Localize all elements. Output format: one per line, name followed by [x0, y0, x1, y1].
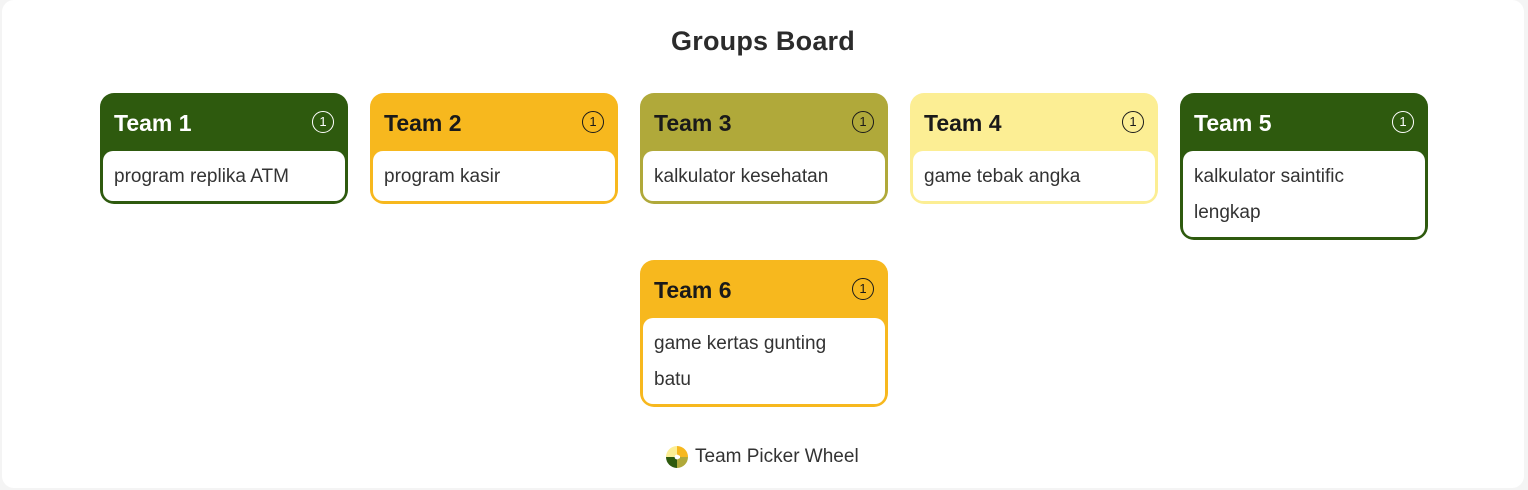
team-item: program replika ATM [114, 166, 289, 187]
team-name: Team 1 [114, 110, 192, 136]
member-count-badge: 1 [1392, 111, 1414, 133]
team-card-header: Team 6 1 [640, 260, 888, 318]
team-name: Team 6 [654, 277, 732, 303]
team-picker-wheel-link[interactable]: Team Picker Wheel [665, 444, 859, 470]
team-card-4: Team 4 1 game tebak angka [910, 93, 1158, 204]
team-card-header: Team 4 1 [910, 93, 1158, 151]
member-count-badge: 1 [582, 111, 604, 133]
team-card-5: Team 5 1 kalkulator saintific lengkap [1180, 93, 1428, 240]
team-card-body: kalkulator saintific lengkap [1183, 151, 1425, 237]
team-picker-wheel-logo-icon [666, 446, 688, 468]
team-card-body: game tebak angka [913, 151, 1155, 201]
member-count-badge: 1 [852, 111, 874, 133]
board-title: Groups Board [671, 26, 855, 56]
member-count-badge: 1 [312, 111, 334, 133]
team-name: Team 5 [1194, 110, 1272, 136]
team-card-header: Team 5 1 [1180, 93, 1428, 151]
team-card-3: Team 3 1 kalkulator kesehatan [640, 93, 888, 204]
team-name: Team 3 [654, 110, 732, 136]
team-item: game tebak angka [924, 166, 1081, 187]
team-item: game kertas gunting batu [654, 333, 827, 390]
team-card-body: game kertas gunting batu [643, 318, 885, 404]
groups-board: Groups Board Team 1 1 program replika AT… [2, 0, 1524, 488]
team-card-header: Team 1 1 [100, 93, 348, 151]
team-card-2: Team 2 1 program kasir [370, 93, 618, 204]
footer-label: Team Picker Wheel [695, 446, 859, 467]
team-card-body: program replika ATM [103, 151, 345, 201]
team-item: program kasir [384, 166, 501, 187]
team-item: kalkulator saintific lengkap [1194, 166, 1344, 223]
team-card-1: Team 1 1 program replika ATM [100, 93, 348, 204]
team-card-6: Team 6 1 game kertas gunting batu [640, 260, 888, 407]
team-card-header: Team 3 1 [640, 93, 888, 151]
team-name: Team 2 [384, 110, 462, 136]
team-card-body: kalkulator kesehatan [643, 151, 885, 201]
team-card-header: Team 2 1 [370, 93, 618, 151]
team-item: kalkulator kesehatan [654, 166, 829, 187]
member-count-badge: 1 [1122, 111, 1144, 133]
team-name: Team 4 [924, 110, 1002, 136]
team-card-body: program kasir [373, 151, 615, 201]
member-count-badge: 1 [852, 278, 874, 300]
